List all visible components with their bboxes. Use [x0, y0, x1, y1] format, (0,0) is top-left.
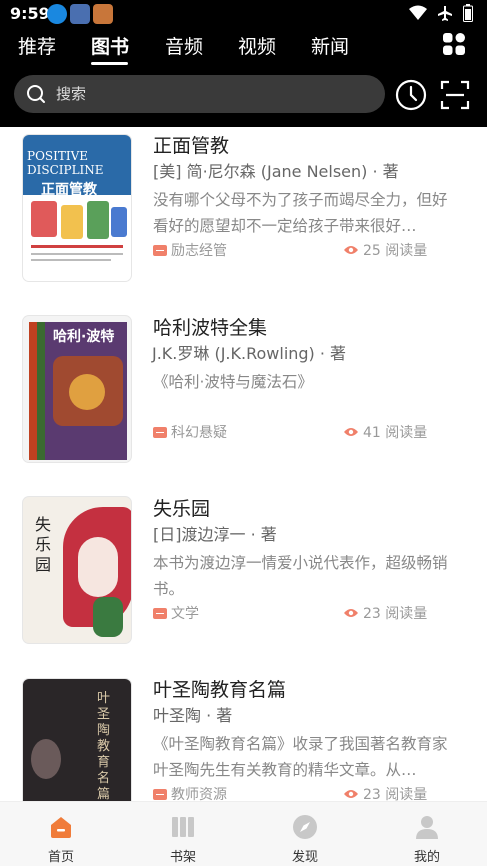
app-header: 9:59 推荐 图书 音频 视频 新闻 [0, 0, 487, 127]
book-list: POSITIVE DISCIPLINE 正面管教 正面管教 [美] 简·尼尔森 … [0, 127, 487, 801]
app-notification-icon [70, 4, 90, 24]
book-category: 科幻悬疑 [153, 422, 227, 442]
book-item[interactable]: 叶圣陶教育名篇 叶圣陶教育名篇 叶圣陶 · 著 《叶圣陶教育名篇》收录了我国著名… [0, 673, 487, 801]
book-category-label: 文学 [171, 606, 199, 622]
book-title: 失乐园 [153, 498, 211, 520]
book-item[interactable]: 失乐园 失乐园 [日]渡边淳一 · 著 本书为渡边淳一情爱小说代表作，超级畅销书… [0, 490, 487, 650]
book-description: 本书为渡边淳一情爱小说代表作，超级畅销书。 [153, 554, 448, 598]
nav-profile-label: 我的 [413, 850, 440, 865]
tag-icon [153, 607, 167, 619]
book-title: 正面管教 [153, 135, 230, 157]
download-notification-icon [47, 4, 67, 24]
eye-icon [344, 428, 358, 436]
airplane-mode-icon [438, 6, 452, 21]
user-icon [416, 816, 438, 839]
book-reads: 41 阅读量 [343, 422, 427, 442]
book-title: 叶圣陶教育名篇 [153, 679, 287, 701]
book-category: 教师资源 [153, 784, 227, 801]
nav-discover[interactable]: 发现 [244, 802, 366, 866]
book-meta: 教师资源 23 阅读量 [153, 784, 453, 801]
status-bar: 9:59 [0, 0, 487, 28]
nav-home-label: 首页 [47, 850, 74, 865]
tag-icon [153, 244, 167, 256]
book-cover: POSITIVE DISCIPLINE 正面管教 [23, 135, 131, 281]
book-category-label: 教师资源 [171, 787, 227, 801]
book-meta: 科幻悬疑 41 阅读量 [153, 422, 453, 442]
book-cover: 失乐园 [23, 497, 131, 643]
book-meta: 文学 23 阅读量 [153, 603, 453, 623]
search-input[interactable] [56, 85, 356, 103]
search-bar[interactable] [14, 75, 385, 113]
nav-home[interactable]: 首页 [0, 802, 122, 866]
tab-recommend[interactable]: 推荐 [18, 32, 56, 59]
tab-video[interactable]: 视频 [238, 32, 276, 59]
book-author: 叶圣陶 · 著 [153, 706, 233, 725]
active-tab-indicator [91, 62, 128, 65]
tag-icon [153, 426, 167, 438]
compass-icon [293, 815, 317, 839]
book-category: 励志经管 [153, 240, 227, 260]
book-reads-label: 41 阅读量 [363, 425, 428, 441]
book-cover: 叶圣陶教育名篇 [23, 679, 131, 801]
book-category-label: 科幻悬疑 [171, 425, 227, 441]
book-reads: 23 阅读量 [343, 784, 427, 801]
home-icon [51, 817, 71, 838]
nav-bookshelf[interactable]: 书架 [122, 802, 244, 866]
cover-title-text: 失乐园 [35, 515, 52, 574]
search-icon [27, 85, 45, 103]
book-description: 没有哪个父母不为了孩子而竭尽全力，但好看好的愿望却不一定给孩子带来很好… [153, 191, 448, 235]
status-right-icons [409, 4, 473, 22]
book-author: J.K.罗琳 (J.K.Rowling) · 著 [152, 344, 347, 363]
game-notification-icon [93, 4, 113, 24]
book-item[interactable]: 哈利·波特 哈利波特全集 J.K.罗琳 (J.K.Rowling) · 著 《哈… [0, 309, 487, 469]
apps-grid-icon[interactable] [442, 32, 466, 56]
tab-audio[interactable]: 音频 [165, 32, 203, 59]
wifi-icon [409, 5, 427, 20]
nav-discover-label: 发现 [291, 850, 318, 865]
book-reads: 23 阅读量 [343, 603, 427, 623]
book-title: 哈利波特全集 [153, 317, 268, 339]
book-cover: 哈利·波特 [23, 316, 131, 462]
cover-title-text: 叶圣陶教育名篇 [97, 691, 111, 801]
cover-title-text: 正面管教 [41, 182, 97, 198]
history-clock-icon[interactable] [395, 79, 427, 111]
book-author: [美] 简·尼尔森 (Jane Nelsen) · 著 [153, 162, 399, 181]
eye-icon [344, 790, 358, 798]
eye-icon [344, 609, 358, 617]
book-author: [日]渡边淳一 · 著 [153, 525, 277, 544]
book-reads-label: 23 阅读量 [363, 787, 428, 801]
battery-icon [463, 4, 473, 22]
book-reads-label: 25 阅读量 [363, 243, 428, 259]
book-item[interactable]: POSITIVE DISCIPLINE 正面管教 正面管教 [美] 简·尼尔森 … [0, 127, 487, 287]
scan-icon[interactable] [440, 80, 470, 110]
eye-icon [344, 246, 358, 254]
tag-icon [153, 788, 167, 800]
book-reads: 25 阅读量 [343, 240, 427, 260]
book-reads-label: 23 阅读量 [363, 606, 428, 622]
nav-bookshelf-label: 书架 [169, 850, 196, 865]
book-meta: 励志经管 25 阅读量 [153, 240, 453, 260]
tab-news[interactable]: 新闻 [311, 32, 349, 59]
bottom-nav: 首页 书架 发现 我的 [0, 801, 487, 866]
book-category-label: 励志经管 [171, 243, 227, 259]
category-tabs: 推荐 图书 音频 视频 新闻 [0, 28, 487, 68]
book-description: 《哈利·波特与魔法石》 [153, 373, 313, 391]
book-description: 《叶圣陶教育名篇》收录了我国著名教育家叶圣陶先生有关教育的精华文章。从… [153, 735, 448, 779]
cover-title-text: 哈利·波特 [53, 329, 115, 345]
status-time: 9:59 [10, 4, 50, 23]
book-category: 文学 [153, 603, 199, 623]
tab-books[interactable]: 图书 [91, 32, 129, 59]
bookshelf-icon [172, 817, 194, 837]
nav-profile[interactable]: 我的 [366, 802, 487, 866]
